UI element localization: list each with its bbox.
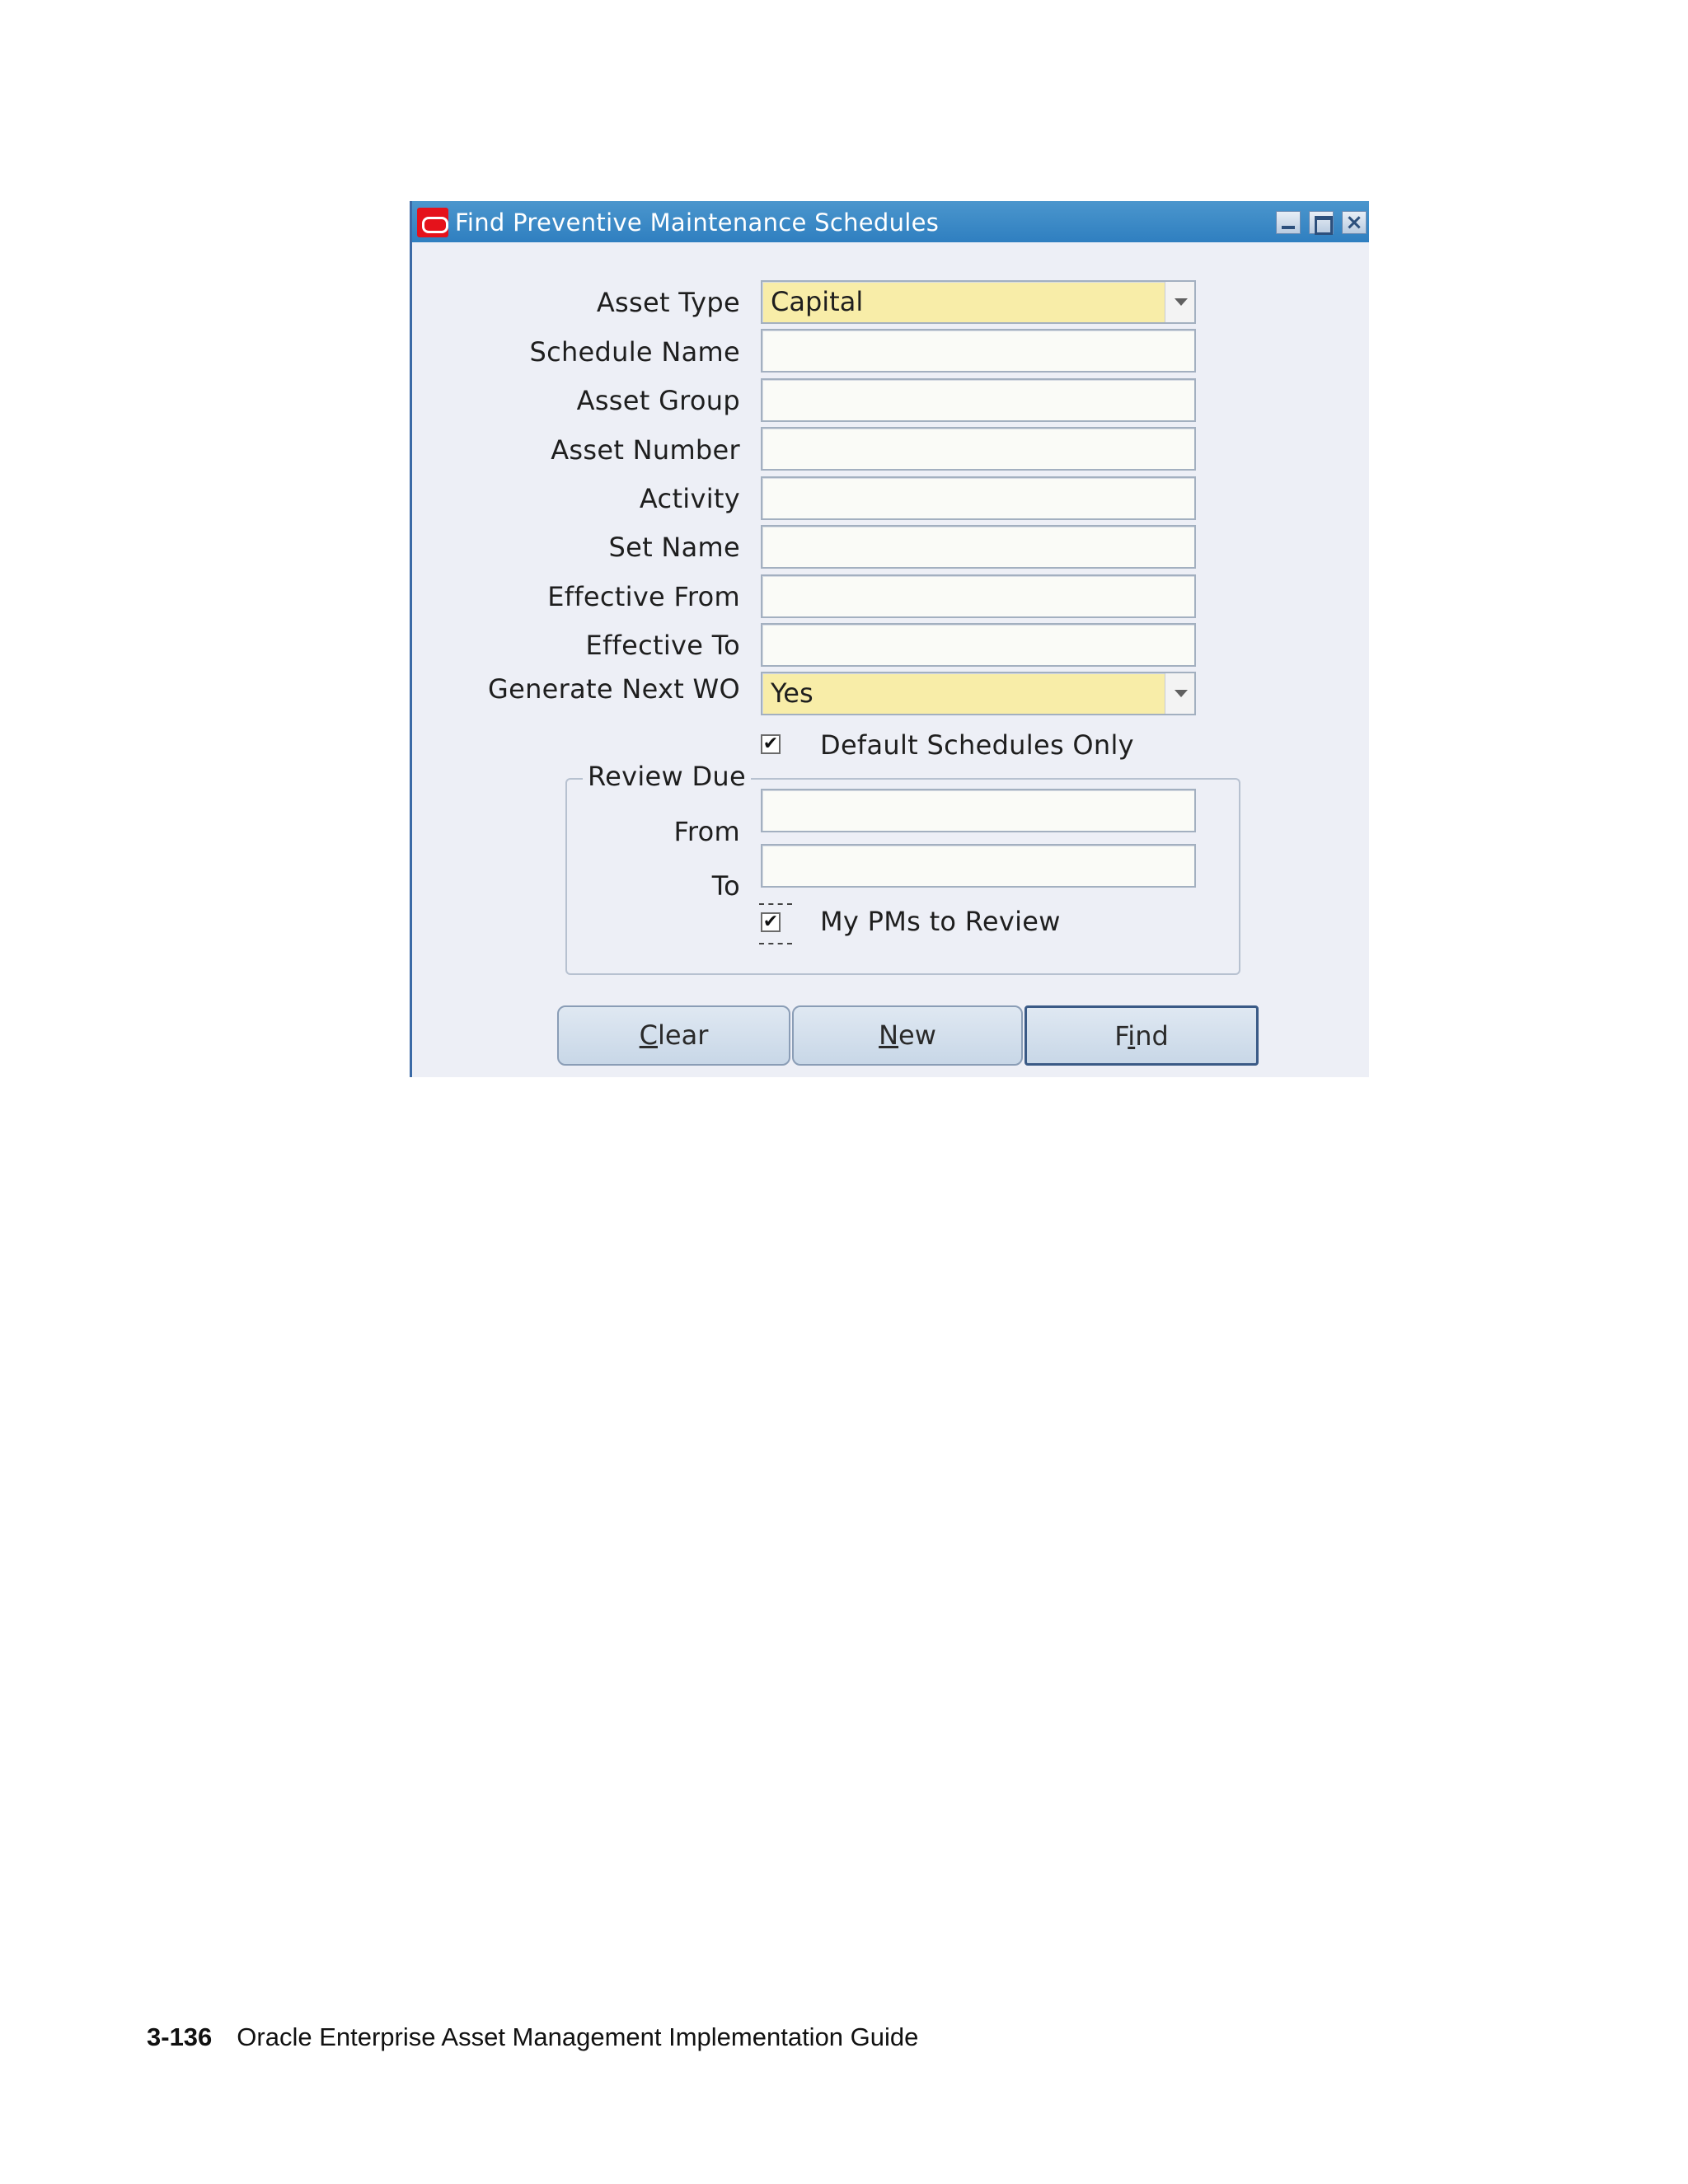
review-due-to-field[interactable] [761, 844, 1196, 888]
new-button-label: ew [898, 1019, 936, 1051]
effective-from-label: Effective From [547, 581, 740, 612]
generate-next-wo-select[interactable]: Yes [761, 672, 1196, 715]
effective-from-field[interactable] [761, 574, 1196, 618]
guide-title: Oracle Enterprise Asset Management Imple… [237, 2022, 919, 2051]
my-pms-to-review-checkbox[interactable]: ✔ [761, 912, 781, 932]
asset-type-value: Capital [771, 286, 864, 317]
asset-group-field[interactable] [761, 378, 1196, 422]
new-button[interactable]: New [792, 1005, 1023, 1066]
page: Find Preventive Maintenance Schedules × … [0, 0, 1688, 2184]
activity-field[interactable] [761, 476, 1196, 520]
chevron-down-icon[interactable] [1165, 282, 1194, 322]
asset-type-label: Asset Type [596, 287, 740, 318]
default-schedules-only-checkbox[interactable]: ✔ [761, 734, 781, 754]
asset-number-label: Asset Number [551, 434, 740, 466]
find-button-label: nd [1135, 1020, 1169, 1052]
clear-button-label: lear [658, 1019, 709, 1051]
generate-next-wo-value: Yes [771, 677, 814, 709]
schedule-name-label: Schedule Name [529, 336, 740, 368]
set-name-field[interactable] [761, 525, 1196, 569]
my-pms-to-review-label: My PMs to Review [820, 906, 1061, 937]
find-button[interactable]: Find [1025, 1005, 1259, 1066]
find-button-mnemonic: i [1128, 1020, 1136, 1052]
review-due-from-field[interactable] [761, 789, 1196, 832]
clear-button-mnemonic: C [639, 1019, 658, 1051]
minimize-icon[interactable] [1276, 211, 1301, 234]
asset-group-label: Asset Group [576, 385, 740, 416]
clear-button[interactable]: Clear [557, 1005, 790, 1066]
effective-to-label: Effective To [585, 630, 740, 661]
chevron-down-icon[interactable] [1165, 673, 1194, 714]
find-button-prefix: F [1114, 1020, 1128, 1052]
effective-to-field[interactable] [761, 623, 1196, 667]
set-name-label: Set Name [608, 532, 740, 563]
asset-number-field[interactable] [761, 427, 1196, 471]
review-due-title: Review Due [583, 760, 751, 793]
activity-label: Activity [639, 483, 740, 514]
default-schedules-only-label: Default Schedules Only [820, 729, 1134, 761]
generate-next-wo-label: Generate Next WO [488, 673, 740, 705]
asset-type-select[interactable]: Capital [761, 280, 1196, 324]
close-icon[interactable]: × [1342, 210, 1367, 235]
find-pm-schedules-window: Find Preventive Maintenance Schedules × … [410, 201, 1369, 1077]
maximize-icon[interactable] [1309, 211, 1334, 235]
page-footer: 3-136 Oracle Enterprise Asset Management … [147, 2021, 918, 2054]
page-number: 3-136 [147, 2022, 213, 2051]
new-button-mnemonic: N [879, 1019, 899, 1051]
schedule-name-field[interactable] [761, 329, 1196, 373]
